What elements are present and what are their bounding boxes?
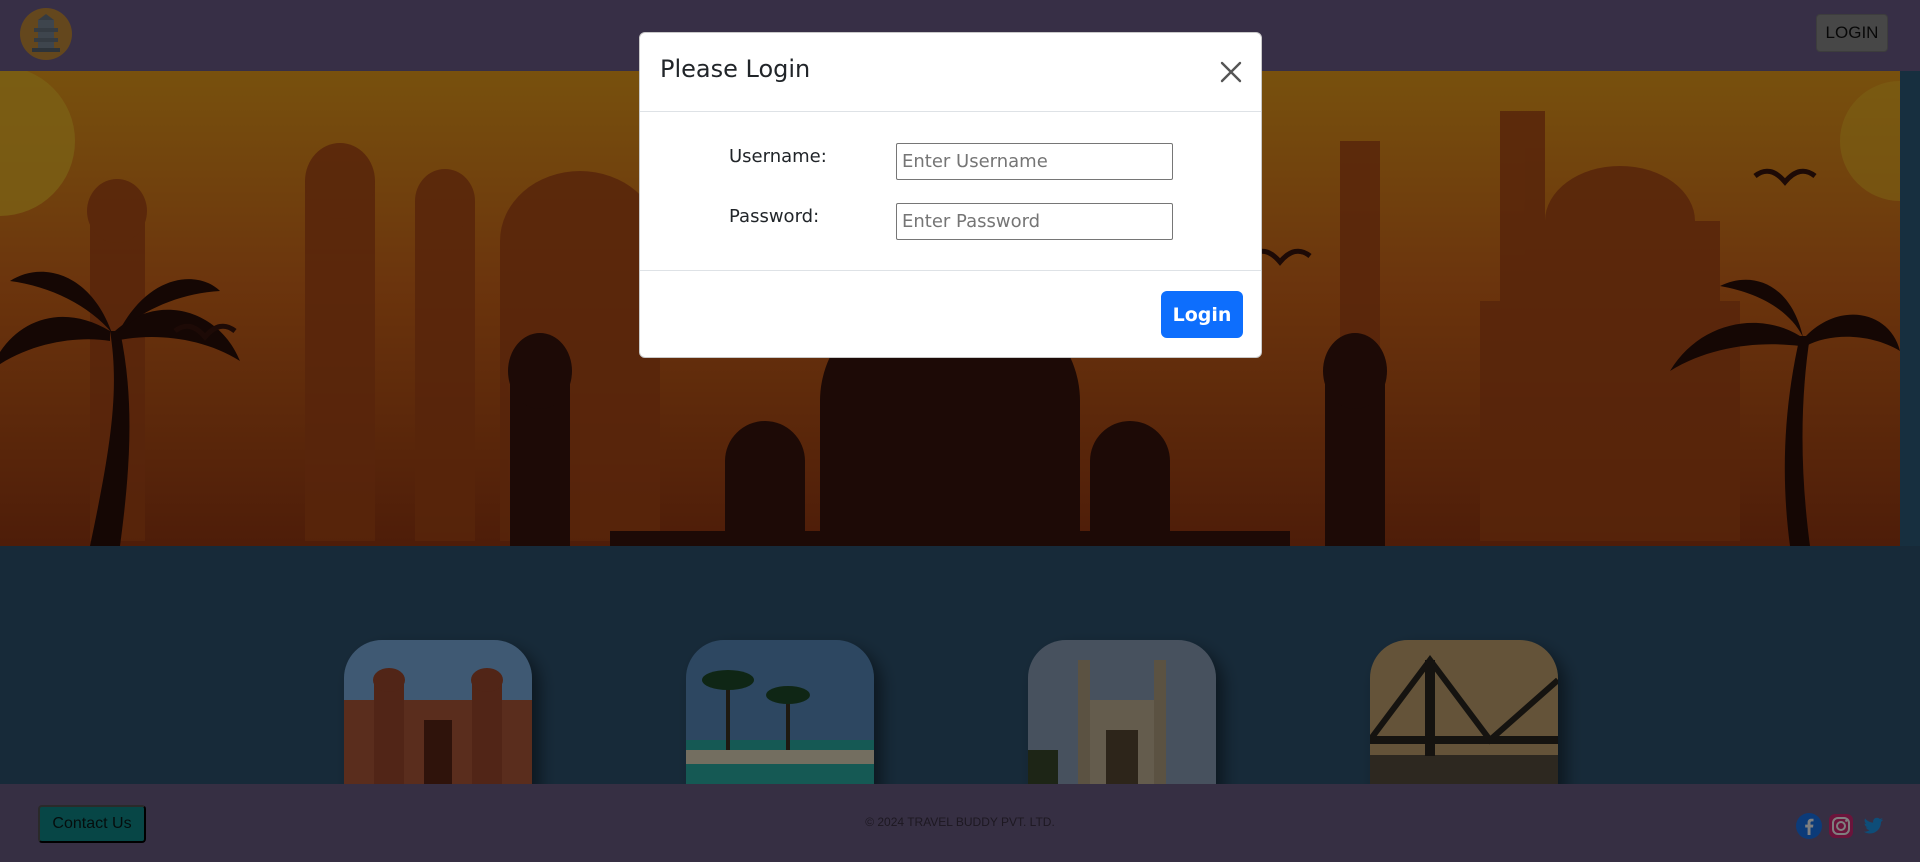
close-icon[interactable] xyxy=(1218,59,1244,85)
password-input[interactable] xyxy=(896,203,1173,240)
modal-title: Please Login xyxy=(660,55,811,83)
modal-body: Username: Password: xyxy=(640,112,1261,271)
login-modal: Please Login Username: Password: Login xyxy=(639,32,1262,358)
login-submit-button[interactable]: Login xyxy=(1161,291,1243,338)
username-label: Username: xyxy=(729,146,827,167)
modal-footer: Login xyxy=(640,271,1261,357)
modal-header: Please Login xyxy=(640,33,1261,112)
username-input[interactable] xyxy=(896,143,1173,180)
password-label: Password: xyxy=(729,206,820,227)
